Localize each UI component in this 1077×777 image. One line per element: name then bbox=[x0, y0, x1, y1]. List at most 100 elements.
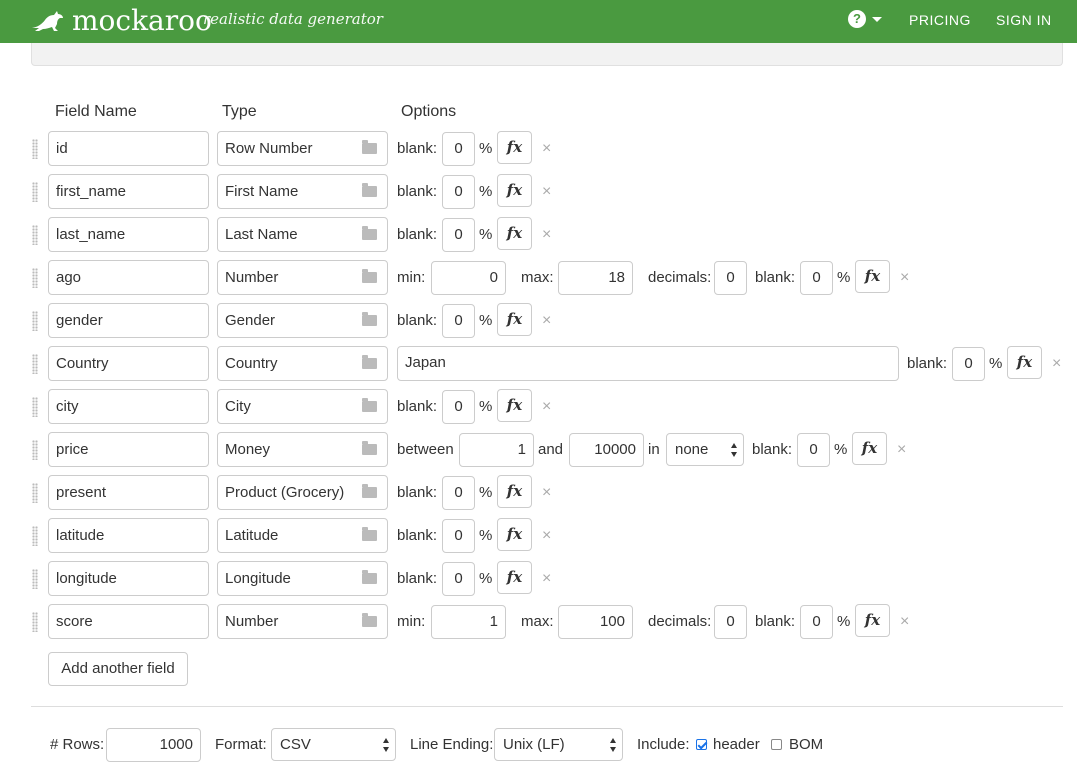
field-type-selector[interactable]: Gender bbox=[217, 303, 388, 338]
delete-field-icon[interactable]: × bbox=[542, 518, 551, 553]
delete-field-icon[interactable]: × bbox=[542, 475, 551, 510]
delete-field-icon[interactable]: × bbox=[1052, 346, 1061, 381]
field-name-input[interactable]: last_name bbox=[48, 217, 209, 252]
drag-handle-icon[interactable] bbox=[32, 354, 38, 374]
rows-input[interactable]: 1000 bbox=[106, 728, 201, 762]
drag-handle-icon[interactable] bbox=[32, 139, 38, 159]
formula-button[interactable]: fx bbox=[497, 561, 532, 594]
field-type-selector[interactable]: Product (Grocery) bbox=[217, 475, 388, 510]
field-name-input[interactable]: ago bbox=[48, 260, 209, 295]
formula-button[interactable]: fx bbox=[497, 131, 532, 164]
header-checkbox[interactable] bbox=[696, 739, 707, 750]
min-input[interactable]: 1 bbox=[431, 605, 506, 639]
field-name-input[interactable]: score bbox=[48, 604, 209, 639]
field-name-input[interactable]: present bbox=[48, 475, 209, 510]
formula-button[interactable]: fx bbox=[497, 389, 532, 422]
blank-percent-input[interactable]: 0 bbox=[442, 390, 475, 424]
blank-percent-input[interactable]: 0 bbox=[442, 304, 475, 338]
field-type-selector[interactable]: Longitude bbox=[217, 561, 388, 596]
blank-percent-input[interactable]: 0 bbox=[442, 218, 475, 252]
field-name-input[interactable]: Country bbox=[48, 346, 209, 381]
field-type-selector[interactable]: Money bbox=[217, 432, 388, 467]
drag-handle-icon[interactable] bbox=[32, 612, 38, 632]
field-type-selector[interactable]: Number bbox=[217, 260, 388, 295]
sign-in-link[interactable]: SIGN IN bbox=[996, 12, 1052, 28]
bom-checkbox[interactable] bbox=[771, 739, 782, 750]
field-name-input[interactable]: city bbox=[48, 389, 209, 424]
formula-button[interactable]: fx bbox=[497, 303, 532, 336]
blank-label: blank: bbox=[397, 484, 438, 501]
drag-handle-icon[interactable] bbox=[32, 483, 38, 503]
formula-button[interactable]: fx bbox=[497, 217, 532, 250]
blank-percent-input[interactable]: 0 bbox=[800, 605, 833, 639]
formula-button[interactable]: fx bbox=[497, 174, 532, 207]
blank-percent-input[interactable]: 0 bbox=[442, 562, 475, 596]
blank-percent-input[interactable]: 0 bbox=[442, 519, 475, 553]
field-row: latitude Latitude blank: 0 % fx × bbox=[0, 518, 1077, 554]
min-label: min: bbox=[397, 269, 426, 286]
field-name-input[interactable]: price bbox=[48, 432, 209, 467]
field-name-input[interactable]: first_name bbox=[48, 174, 209, 209]
delete-field-icon[interactable]: × bbox=[542, 389, 551, 424]
drag-handle-icon[interactable] bbox=[32, 526, 38, 546]
field-type-selector[interactable]: Latitude bbox=[217, 518, 388, 553]
max-input[interactable]: 100 bbox=[558, 605, 633, 639]
drag-handle-icon[interactable] bbox=[32, 311, 38, 331]
pricing-link[interactable]: PRICING bbox=[909, 12, 971, 28]
money-max-input[interactable]: 10000 bbox=[569, 433, 644, 467]
field-type-selector[interactable]: City bbox=[217, 389, 388, 424]
delete-field-icon[interactable]: × bbox=[542, 217, 551, 252]
percent-label: % bbox=[479, 312, 493, 329]
currency-select-value: none bbox=[675, 441, 709, 458]
blank-percent-input[interactable]: 0 bbox=[952, 347, 985, 381]
formula-button[interactable]: fx bbox=[497, 475, 532, 508]
decimals-input[interactable]: 0 bbox=[714, 261, 747, 295]
min-input[interactable]: 0 bbox=[431, 261, 506, 295]
delete-field-icon[interactable]: × bbox=[542, 561, 551, 596]
blank-percent-input[interactable]: 0 bbox=[800, 261, 833, 295]
format-select[interactable]: CSV bbox=[271, 728, 396, 761]
field-type-selector[interactable]: Country bbox=[217, 346, 388, 381]
formula-button[interactable]: fx bbox=[855, 260, 890, 293]
blank-percent-input[interactable]: 0 bbox=[442, 132, 475, 166]
field-type-selector[interactable]: Last Name bbox=[217, 217, 388, 252]
currency-select[interactable]: none bbox=[666, 433, 744, 466]
delete-field-icon[interactable]: × bbox=[900, 260, 909, 295]
delete-field-icon[interactable]: × bbox=[542, 174, 551, 209]
drag-handle-icon[interactable] bbox=[32, 182, 38, 202]
delete-field-icon[interactable]: × bbox=[900, 604, 909, 639]
field-name-input[interactable]: longitude bbox=[48, 561, 209, 596]
money-min-input[interactable]: 1 bbox=[459, 433, 534, 467]
drag-handle-icon[interactable] bbox=[32, 397, 38, 417]
line-ending-select[interactable]: Unix (LF) bbox=[494, 728, 623, 761]
folder-icon bbox=[362, 226, 377, 240]
delete-field-icon[interactable]: × bbox=[897, 432, 906, 467]
formula-button[interactable]: fx bbox=[1007, 346, 1042, 379]
delete-field-icon[interactable]: × bbox=[542, 303, 551, 338]
formula-button[interactable]: fx bbox=[855, 604, 890, 637]
blank-percent-input[interactable]: 0 bbox=[442, 476, 475, 510]
field-type-selector[interactable]: First Name bbox=[217, 174, 388, 209]
max-input[interactable]: 18 bbox=[558, 261, 633, 295]
drag-handle-icon[interactable] bbox=[32, 225, 38, 245]
between-label: between bbox=[397, 441, 454, 458]
help-menu[interactable]: ? bbox=[848, 10, 882, 28]
delete-field-icon[interactable]: × bbox=[542, 131, 551, 166]
decimals-input[interactable]: 0 bbox=[714, 605, 747, 639]
formula-button[interactable]: fx bbox=[497, 518, 532, 551]
field-name-input[interactable]: latitude bbox=[48, 518, 209, 553]
add-field-button[interactable]: Add another field bbox=[48, 652, 188, 686]
country-filter-input[interactable]: Japan bbox=[397, 346, 899, 381]
formula-button[interactable]: fx bbox=[852, 432, 887, 465]
drag-handle-icon[interactable] bbox=[32, 268, 38, 288]
blank-percent-input[interactable]: 0 bbox=[797, 433, 830, 467]
field-type-selector[interactable]: Row Number bbox=[217, 131, 388, 166]
percent-label: % bbox=[479, 527, 493, 544]
field-name-input[interactable]: id bbox=[48, 131, 209, 166]
blank-percent-input[interactable]: 0 bbox=[442, 175, 475, 209]
drag-handle-icon[interactable] bbox=[32, 569, 38, 589]
field-type-selector[interactable]: Number bbox=[217, 604, 388, 639]
field-name-input[interactable]: gender bbox=[48, 303, 209, 338]
drag-handle-icon[interactable] bbox=[32, 440, 38, 460]
logo[interactable]: mockaroo bbox=[30, 6, 212, 36]
